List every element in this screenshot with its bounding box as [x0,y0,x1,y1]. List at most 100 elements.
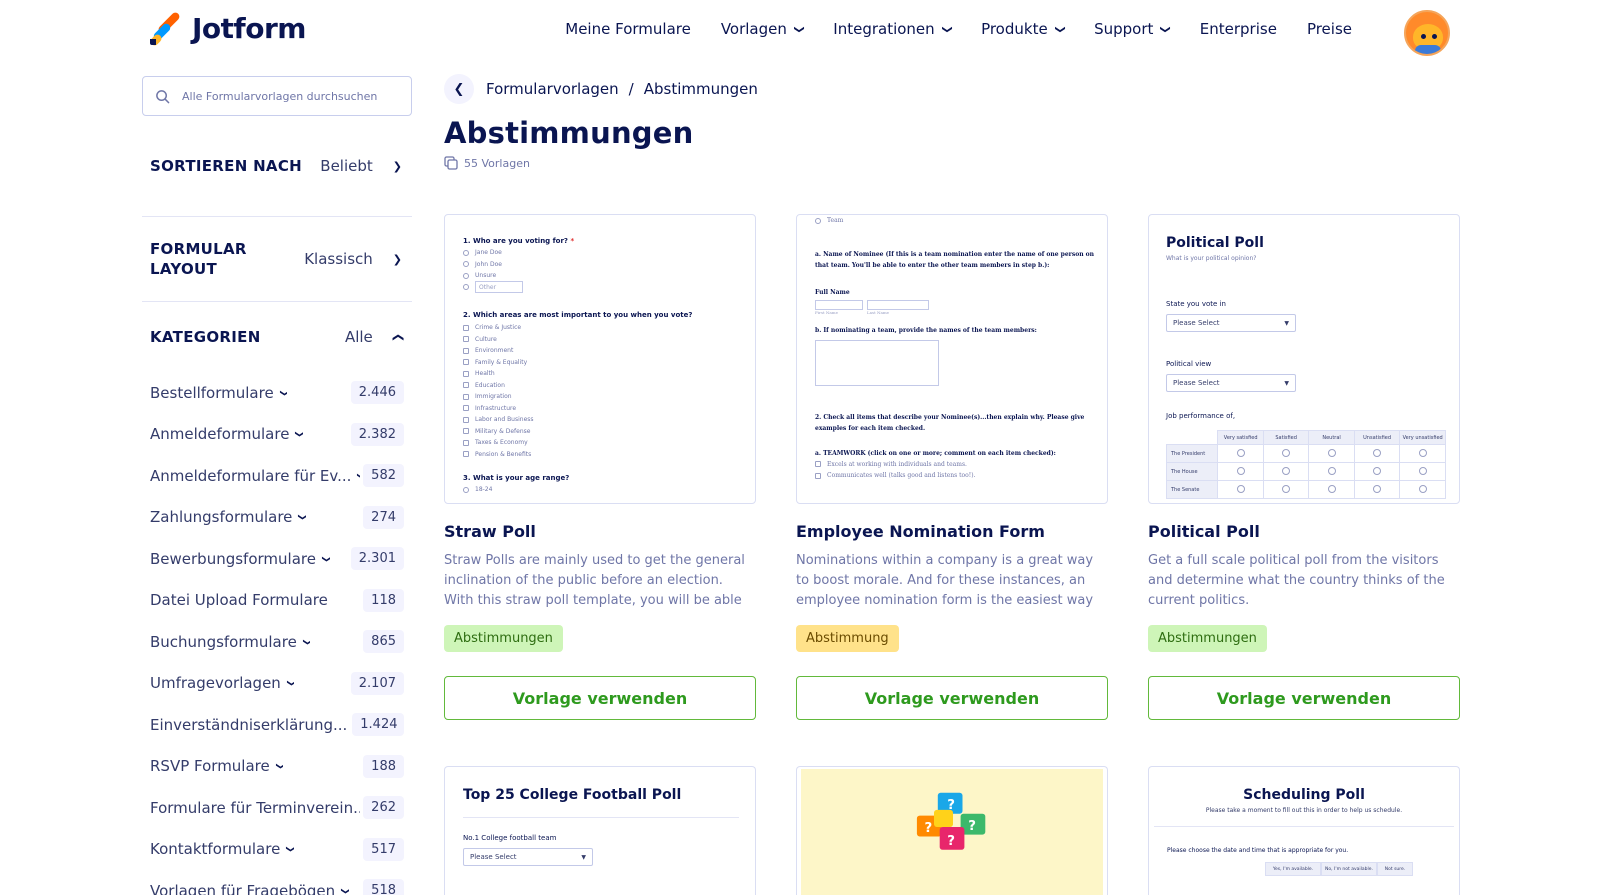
category-count: 274 [363,505,404,529]
page-title: Abstimmungen [444,116,694,150]
category-label: Formulare für Terminverein... [150,798,360,817]
template-title[interactable]: Employee Nomination Form [796,522,1108,541]
template-preview[interactable]: Top 25 College Football Poll No.1 Colleg… [444,766,756,895]
template-title[interactable]: Political Poll [1148,522,1460,541]
category-item[interactable]: Buchungsformulare❯ 865 [142,621,412,663]
chevron-down-icon[interactable]: ❯ [302,638,311,646]
category-count: 262 [363,796,404,820]
filter-sidebar: SORTIEREN NACH Beliebt ❯ FORMULAR LAYOUT … [142,76,412,895]
chevron-down-icon[interactable]: ❯ [275,762,284,770]
nav-item[interactable]: Preise [1307,20,1352,38]
search-input[interactable] [182,89,402,103]
radio-icon [463,272,469,279]
checkbox-icon [463,428,469,435]
preview-option: Immigration [463,391,743,403]
template-preview[interactable]: Team a. Name of Nominee (If this is a te… [796,214,1108,504]
chevron-down-icon[interactable]: ❯ [286,679,295,687]
category-item[interactable]: Formulare für Terminverein... 262 [142,787,412,829]
chevron-down-icon[interactable]: ❯ [278,389,287,397]
sort-value: Beliebt [320,157,373,175]
category-tag[interactable]: Abstimmungen [1148,625,1267,652]
back-button[interactable]: ❮ [444,74,474,104]
category-label: Buchungsformulare❯ [150,633,310,651]
checkbox-icon [463,439,469,446]
category-tag[interactable]: Abstimmung [796,625,899,652]
template-card[interactable]: Political Poll What is your political op… [1148,214,1460,720]
nav-item[interactable]: Vorlagen ❯ [721,20,805,38]
category-item[interactable]: Einverständniserklärung...❯1.424 [142,704,412,746]
question-bubbles-icon: ? ? ? ? [916,792,986,850]
nav-item[interactable]: Support ❯ [1094,20,1172,38]
chevron-down-icon: ❯ [392,252,402,266]
checkbox-icon [463,347,469,354]
preview-label: State you vote in [1166,300,1226,308]
category-item[interactable]: Kontaktformulare❯ 517 [142,829,412,871]
category-item[interactable]: Bewerbungsformulare❯ 2.301 [142,538,412,580]
jotform-logo[interactable]: Jotform [148,10,306,47]
template-title[interactable]: Straw Poll [444,522,756,541]
category-item[interactable]: RSVP Formulare❯ 188 [142,746,412,788]
chevron-down-icon[interactable]: ❯ [340,887,349,895]
category-item[interactable]: Umfragevorlagen❯ 2.107 [142,663,412,705]
category-label: RSVP Formulare❯ [150,757,283,775]
preview-subheading: What is your political opinion? [1166,255,1257,262]
template-preview[interactable]: ? ? ? ? [796,766,1108,895]
preview-option: Taxes & Economy [463,437,743,449]
radio-icon [1327,448,1336,457]
breadcrumb-templates[interactable]: Formularvorlagen [486,80,619,98]
layout-filter[interactable]: FORMULAR LAYOUT Klassisch ❯ [142,217,412,301]
use-template-button[interactable]: Vorlage verwenden [1148,676,1460,720]
chevron-down-icon[interactable]: ❯ [321,555,330,563]
categories-filter[interactable]: KATEGORIEN Alle ❯ [142,302,412,372]
template-preview[interactable]: Political Poll What is your political op… [1148,214,1460,504]
category-label: Bestellformulare❯ [150,384,287,402]
layout-label: FORMULAR LAYOUT [150,240,247,278]
main-content: ❮ Formularvorlagen / Abstimmungen Abstim… [444,74,1464,895]
matrix-column-header: Very unsatisfied [1399,430,1446,445]
chevron-down-icon[interactable]: ❯ [297,513,306,521]
matrix-column-header: Unsatisfied [1353,430,1401,445]
template-description: Straw Polls are mainly used to get the g… [444,553,745,608]
template-preview[interactable]: 1. Who are you voting for? * Jane Doe Joh… [444,214,756,504]
category-count: 118 [363,588,404,612]
chevron-down-icon[interactable]: ❯ [356,472,360,480]
nav-item[interactable]: Meine Formulare [565,20,691,38]
category-item[interactable]: Datei Upload Formulare 118 [142,580,412,622]
nav-item[interactable]: Enterprise [1200,20,1277,38]
template-search[interactable] [142,76,412,116]
use-template-button[interactable]: Vorlage verwenden [444,676,756,720]
category-item[interactable]: Bestellformulare❯ 2.446 [142,372,412,414]
template-description: Nominations within a company is a great … [796,553,1094,608]
template-card[interactable]: Top 25 College Football Poll No.1 Colleg… [444,766,756,895]
category-item[interactable]: Zahlungsformulare❯ 274 [142,497,412,539]
nav-item[interactable]: Produkte ❯ [981,20,1065,38]
nav-label: Enterprise [1199,20,1277,38]
preview-question: 1. Who are you voting for? [463,237,568,245]
use-template-button[interactable]: Vorlage verwenden [796,676,1108,720]
radio-icon [1282,484,1291,493]
preview-option: Jane Doe [463,247,743,259]
jotform-logo-icon [148,10,182,47]
nav-label: Preise [1306,20,1352,38]
chevron-down-icon[interactable]: ❯ [294,430,303,438]
nav-item[interactable]: Integrationen ❯ [833,20,953,38]
radio-icon [1282,448,1291,457]
template-card[interactable]: 1. Who are you voting for? * Jane Doe Joh… [444,214,756,720]
preview-label: Political view [1166,360,1212,368]
user-avatar[interactable] [1404,10,1450,56]
chevron-down-icon[interactable]: ❯ [285,845,294,853]
category-item[interactable]: Anmeldeformulare für Ev...❯582 [142,455,412,497]
preview-option: Labor and Business [463,414,743,426]
category-item[interactable]: Anmeldeformulare❯ 2.382 [142,414,412,456]
radio-icon [1236,466,1245,475]
template-card[interactable]: Team a. Name of Nominee (If this is a te… [796,214,1108,720]
template-card[interactable]: Scheduling Poll Please take a moment to … [1148,766,1460,895]
chevron-down-icon: ❯ [941,24,953,34]
category-item[interactable]: Vorlagen für Fragebögen❯ 518 [142,870,412,895]
template-card[interactable]: ? ? ? ? [796,766,1108,895]
template-preview[interactable]: Scheduling Poll Please take a moment to … [1148,766,1460,895]
chevron-down-icon: ❯ [1160,24,1172,34]
sort-filter[interactable]: SORTIEREN NACH Beliebt ❯ [142,116,412,216]
matrix-row-header: The Senate [1165,480,1219,499]
category-tag[interactable]: Abstimmungen [444,625,563,652]
